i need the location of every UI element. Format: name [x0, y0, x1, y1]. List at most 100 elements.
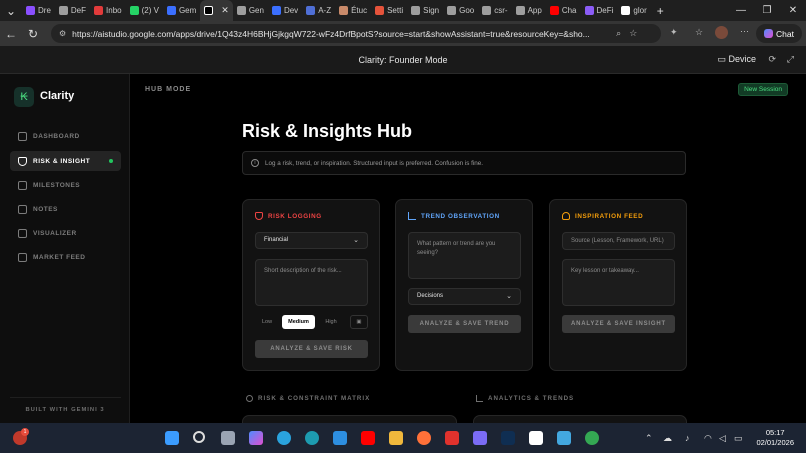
risk-matrix-card — [242, 415, 457, 423]
shield-alert-icon — [255, 212, 263, 220]
trend-category-select[interactable]: Decisions ⌄ — [408, 288, 521, 305]
browser-tab[interactable]: Inbo — [90, 0, 126, 21]
analyze-save-trend-button[interactable]: ANALYZE & SAVE TREND — [408, 315, 521, 333]
clock-time: 05:17 — [765, 428, 785, 437]
section-title: RISK & CONSTRAINT MATRIX — [258, 395, 371, 402]
risk-description-input[interactable]: Short description of the risk... — [255, 259, 368, 306]
vscode-icon[interactable] — [333, 431, 347, 445]
tab-label: Goo — [459, 6, 475, 15]
favorites-icon[interactable]: ☆ — [695, 27, 703, 38]
clock-date: 02/01/2026 — [756, 438, 794, 447]
severity-medium-button[interactable]: Medium — [282, 315, 315, 329]
browser-tab[interactable]: DeF — [55, 0, 90, 21]
sidebar-item-label: VISUALIZER — [33, 229, 77, 237]
browser-tab[interactable]: Gem — [163, 0, 200, 21]
vpn-shield-icon[interactable] — [473, 431, 487, 445]
lightbulb-icon — [562, 212, 570, 220]
browser-tab[interactable]: A-Z — [302, 0, 335, 21]
analyze-save-insight-button[interactable]: ANALYZE & SAVE INSIGHT — [562, 315, 675, 333]
minimize-icon[interactable]: — — [728, 5, 754, 16]
edge-browser-icon[interactable] — [305, 431, 319, 445]
device-button[interactable]: ▭ Device — [717, 54, 756, 65]
file-explorer-icon[interactable] — [389, 431, 403, 445]
close-window-icon[interactable]: ✕ — [780, 5, 806, 16]
sidebar-item-dashboard[interactable]: DASHBOARD — [10, 126, 121, 146]
profile-avatar[interactable] — [715, 26, 728, 39]
browser-tab[interactable]: Dre — [22, 0, 55, 21]
photoshop-icon[interactable] — [501, 431, 515, 445]
search-icon[interactable] — [193, 431, 205, 443]
hint-banner: i Log a risk, trend, or inspiration. Str… — [242, 151, 686, 175]
extensions-icon[interactable]: ✦ — [670, 27, 678, 38]
more-menu-icon[interactable]: ⋯ — [740, 26, 749, 37]
tab-favicon-icon — [584, 6, 594, 15]
battery-icon[interactable]: ▭ — [734, 433, 743, 444]
browser-tab[interactable]: Gen — [233, 0, 268, 21]
wps-office-icon[interactable] — [445, 431, 459, 445]
youtube-icon[interactable] — [361, 431, 375, 445]
browser-tab[interactable]: csr- — [478, 0, 511, 21]
site-info-icon[interactable]: ⚙ — [59, 29, 66, 38]
clock[interactable]: 05:17 02/01/2026 — [756, 428, 794, 448]
sidebar-item-market-feed[interactable]: MARKET FEED — [10, 247, 121, 267]
sidebar-item-milestones[interactable]: MILESTONES — [10, 175, 121, 195]
browser-tab[interactable]: ✕ — [200, 0, 233, 21]
task-view-icon[interactable] — [221, 431, 235, 445]
microphone-icon[interactable]: ♪ — [685, 433, 690, 443]
show-hidden-icons[interactable]: ⌃ — [645, 433, 653, 444]
fullscreen-icon[interactable]: ⤢ — [787, 54, 794, 65]
sidebar-item-visualizer[interactable]: VISUALIZER — [10, 223, 121, 243]
browser-tab[interactable]: Cha — [546, 0, 581, 21]
telegram-icon[interactable] — [277, 431, 291, 445]
chrome-icon[interactable] — [585, 431, 599, 445]
close-tab-icon[interactable]: ✕ — [221, 5, 229, 16]
risk-category-select[interactable]: Financial ⌄ — [255, 232, 368, 249]
sidebar-item-notes[interactable]: NOTES — [10, 199, 121, 219]
newspaper-icon — [18, 252, 27, 262]
back-icon[interactable]: ← — [0, 27, 22, 41]
attach-image-icon[interactable]: ▣ — [350, 315, 368, 329]
chat-button[interactable]: Chat — [756, 24, 802, 43]
wifi-icon[interactable]: ◠ — [704, 433, 712, 444]
trend-pattern-input[interactable]: What pattern or trend are you seeing? — [408, 232, 521, 279]
reload-icon[interactable]: ↻ — [22, 27, 44, 41]
inspiration-takeaway-input[interactable]: Key lesson or takeaway... — [562, 259, 675, 306]
browser-tab[interactable]: Étuc — [335, 0, 371, 21]
inspiration-card-header: INSPIRATION FEED — [562, 212, 643, 220]
sidebar-item-label: RISK & INSIGHT — [33, 157, 91, 165]
tab-list-icon[interactable]: ⌄ — [0, 4, 22, 18]
url-field[interactable]: ⚙ https://aistudio.google.com/apps/drive… — [51, 24, 661, 43]
tab-label: Dev — [283, 6, 299, 15]
built-with-label: BUILT WITH GEMINI 3 — [25, 407, 105, 413]
browser-tab[interactable]: Setti — [371, 0, 407, 21]
browser-tab[interactable]: Dev — [268, 0, 302, 21]
start-windows-icon[interactable] — [165, 431, 179, 445]
analyze-save-risk-button[interactable]: ANALYZE & SAVE RISK — [255, 340, 368, 358]
sidebar-item-risk-insight[interactable]: RISK & INSIGHT — [10, 151, 121, 171]
firefox-icon[interactable] — [417, 431, 431, 445]
bookmark-icon[interactable]: ☆ — [629, 28, 637, 39]
severity-high-button[interactable]: High — [318, 315, 344, 329]
app-title: Clarity: Founder Mode — [358, 55, 448, 65]
onedrive-icon[interactable]: ☁ — [663, 433, 672, 444]
inspiration-source-input[interactable]: Source (Lesson, Framework, URL) — [562, 232, 675, 250]
browser-tab[interactable]: Sign — [407, 0, 443, 21]
capcut-icon[interactable] — [529, 431, 543, 445]
notepad-icon[interactable] — [557, 431, 571, 445]
volume-icon[interactable]: ◁ — [719, 433, 726, 444]
new-session-button[interactable]: New Session — [738, 83, 788, 96]
browser-tab[interactable]: App — [512, 0, 546, 21]
browser-tab[interactable]: DeFi — [581, 0, 618, 21]
copilot-icon[interactable] — [249, 431, 263, 445]
restore-icon[interactable]: ❐ — [754, 5, 780, 16]
device-icon: ▭ — [717, 54, 729, 64]
copilot-icon — [764, 29, 774, 38]
zoom-icon[interactable]: ⌕ — [616, 28, 621, 39]
severity-low-button[interactable]: Low — [255, 315, 279, 329]
browser-tab[interactable]: glor — [617, 0, 650, 21]
new-tab-icon[interactable]: + — [657, 4, 664, 18]
browser-tab[interactable]: (2) V — [126, 0, 163, 21]
analytics-card — [473, 415, 687, 423]
refresh-app-icon[interactable]: ⟳ — [768, 54, 776, 65]
browser-tab[interactable]: Goo — [443, 0, 478, 21]
